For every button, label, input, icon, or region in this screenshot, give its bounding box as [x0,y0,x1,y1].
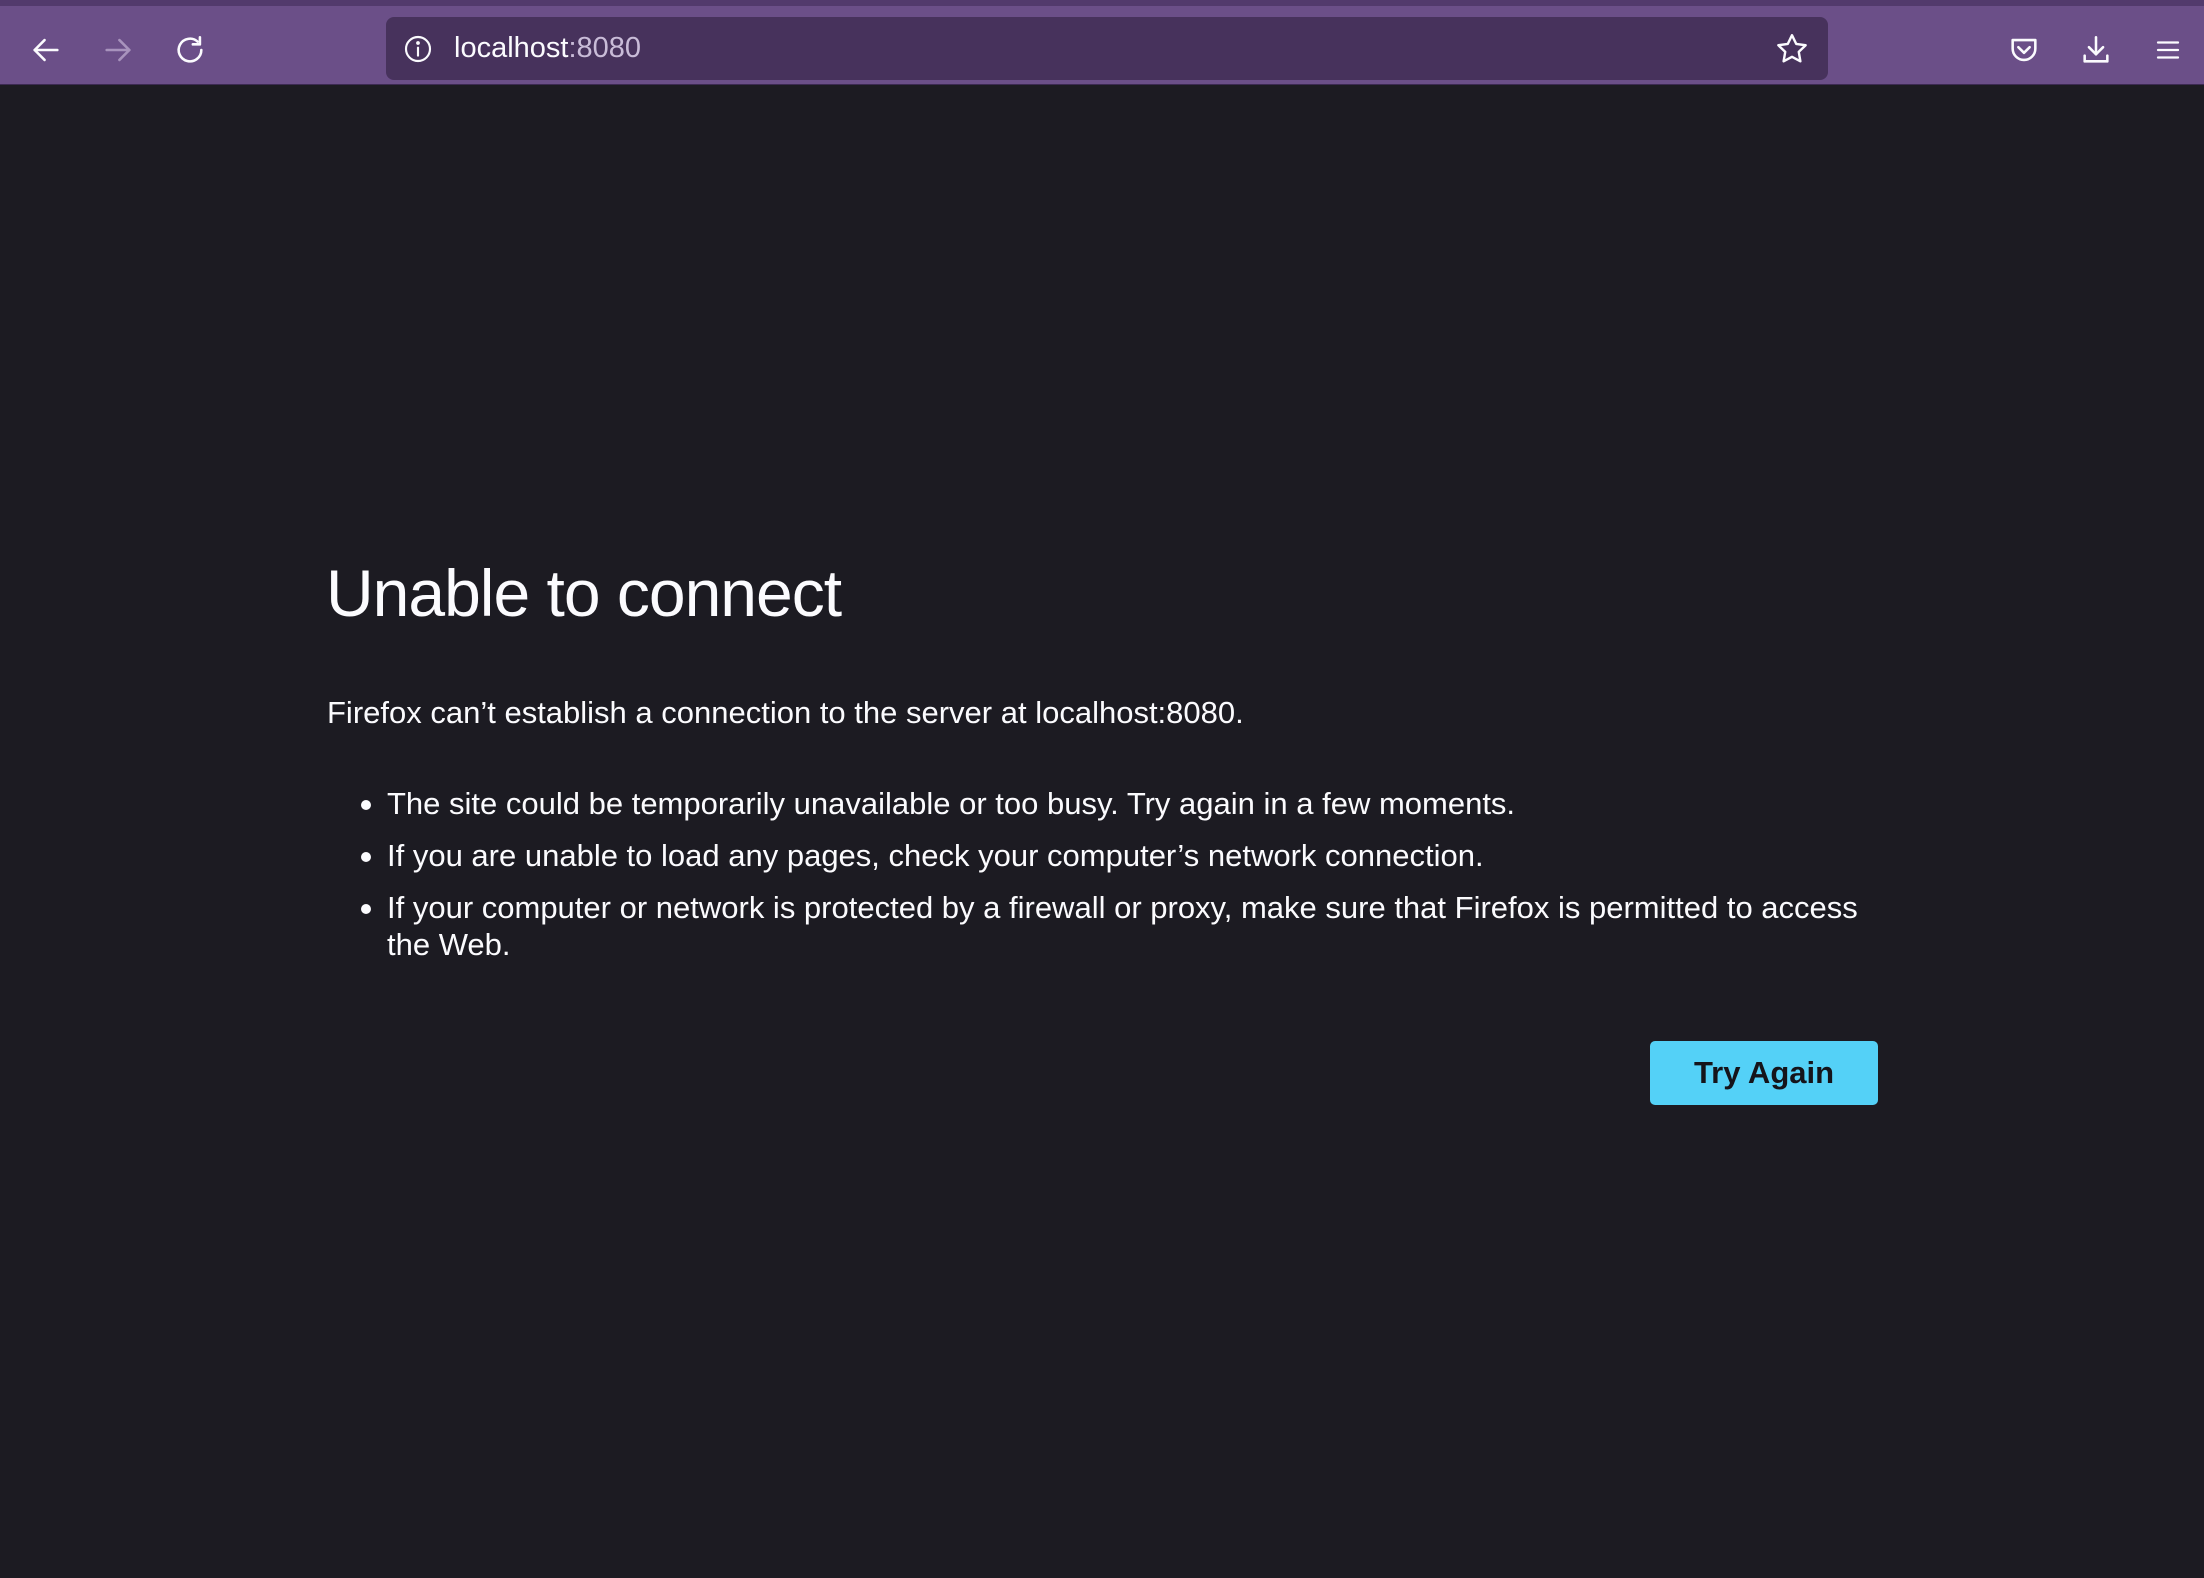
pocket-icon [2007,33,2041,67]
reload-button[interactable] [162,22,218,78]
download-icon [2079,33,2113,67]
list-item: If your computer or network is protected… [327,889,1877,963]
list-item: The site could be temporarily unavailabl… [327,785,1877,822]
url-bar[interactable]: localhost:8080 [386,17,1828,80]
forward-button[interactable] [90,22,146,78]
url-text[interactable]: localhost:8080 [454,31,641,65]
error-page: Unable to connect Firefox can’t establis… [0,85,2204,1578]
back-button[interactable] [18,22,74,78]
error-description: Firefox can’t establish a connection to … [327,695,1244,730]
arrow-right-icon [101,33,135,67]
list-item: If you are unable to load any pages, che… [327,837,1877,874]
error-title: Unable to connect [326,556,842,630]
navigation-toolbar: localhost:8080 [0,0,2204,85]
url-port: :8080 [568,32,642,64]
arrow-left-icon [29,33,63,67]
app-menu-button[interactable] [2140,22,2196,78]
browser-window: localhost:8080 Unable to connect Firefox… [0,0,2204,1578]
downloads-button[interactable] [2068,22,2124,78]
try-again-button[interactable]: Try Again [1650,1041,1878,1105]
star-icon[interactable] [1772,29,1812,69]
pocket-button[interactable] [1996,22,2052,78]
url-host: localhost [454,32,569,64]
info-icon[interactable] [402,33,434,65]
hamburger-menu-icon [2153,35,2183,65]
reload-icon [173,33,207,67]
error-suggestions-list: The site could be temporarily unavailabl… [327,785,1877,978]
